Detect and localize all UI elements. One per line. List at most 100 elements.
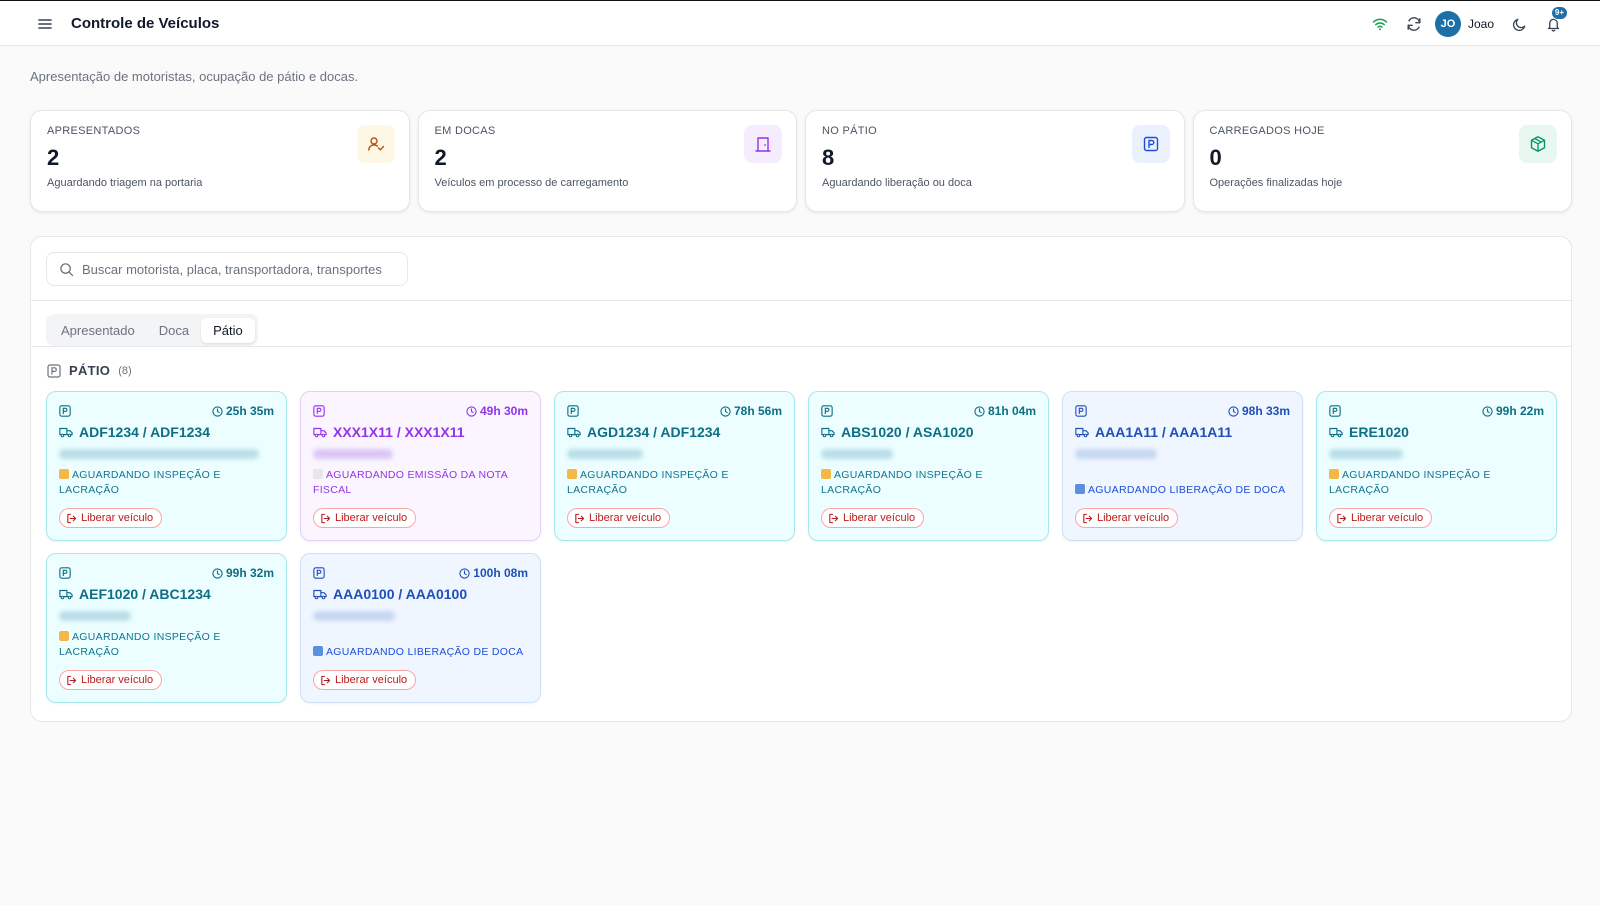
stat-label: NO PÁTIO: [822, 125, 877, 137]
vehicle-card[interactable]: 25h 35m ADF1234 / ADF1234 AGUARDANDO INS…: [46, 391, 287, 541]
stat-description: Operações finalizadas hoje: [1209, 177, 1343, 189]
release-label: Liberar veículo: [1097, 512, 1170, 524]
refresh-icon[interactable]: [1397, 9, 1431, 39]
vehicle-card[interactable]: 49h 30m XXX1X11 / XXX1X11 AGUARDANDO EMI…: [300, 391, 541, 541]
avatar[interactable]: JO: [1434, 11, 1461, 37]
section-count: (8): [118, 364, 132, 377]
redacted-text: [59, 449, 259, 459]
truck-icon: [59, 427, 73, 438]
wifi-icon[interactable]: [1363, 9, 1397, 39]
parking-icon: [1329, 405, 1341, 417]
release-label: Liberar veículo: [81, 674, 154, 686]
truck-icon: [821, 427, 835, 438]
parking-icon: [821, 405, 833, 417]
truck-icon: [1075, 427, 1089, 438]
clock-icon: [466, 405, 477, 417]
package-icon: [1519, 125, 1557, 163]
clock-icon: [1482, 405, 1493, 417]
tab-list: Apresentado Doca Pátio: [46, 314, 258, 346]
clock-icon: [720, 405, 731, 417]
parking-icon: [313, 405, 325, 417]
release-vehicle-button[interactable]: Liberar veículo: [59, 508, 163, 528]
user-name[interactable]: Joao: [1468, 17, 1494, 31]
truck-icon: [313, 427, 327, 438]
vehicle-plate: AAA1A11 / AAA1A11: [1095, 424, 1233, 440]
tab-apresentado[interactable]: Apresentado: [49, 318, 147, 343]
status-text: AGUARDANDO LIBERAÇÃO DE DOCA: [326, 646, 524, 658]
moon-icon[interactable]: [1502, 9, 1536, 39]
release-label: Liberar veículo: [335, 512, 408, 524]
status-text: AGUARDANDO INSPEÇÃO E LACRAÇÃO: [1329, 469, 1491, 496]
status-text: AGUARDANDO INSPEÇÃO E LACRAÇÃO: [59, 631, 221, 658]
lock-icon: [1329, 469, 1339, 479]
stat-value: 2: [47, 145, 60, 170]
vehicle-status: AGUARDANDO LIBERAÇÃO DE DOCA: [1075, 468, 1290, 498]
vehicle-status: AGUARDANDO LIBERAÇÃO DE DOCA: [313, 630, 528, 660]
parking-icon: [1075, 405, 1087, 417]
stat-label: EM DOCAS: [434, 125, 496, 137]
redacted-text: [59, 611, 131, 621]
release-vehicle-button[interactable]: Liberar veículo: [1329, 508, 1433, 528]
parking-icon: [567, 405, 579, 417]
vehicle-status: AGUARDANDO EMISSÃO DA NOTA FISCAL: [313, 468, 528, 498]
vehicle-card[interactable]: 99h 22m ERE1020 AGUARDANDO INSPEÇÃO E LA…: [1316, 391, 1557, 541]
vehicle-plate: ADF1234 / ADF1234: [79, 424, 210, 440]
vehicle-card[interactable]: 99h 32m AEF1020 / ABC1234 AGUARDANDO INS…: [46, 553, 287, 703]
stat-description: Aguardando triagem na portaria: [47, 177, 203, 189]
lock-icon: [59, 469, 69, 479]
redacted-text: [821, 449, 893, 459]
vehicle-card[interactable]: 100h 08m AAA0100 / AAA0100 AGUARDANDO LI…: [300, 553, 541, 703]
release-vehicle-button[interactable]: Liberar veículo: [567, 508, 671, 528]
vehicle-status: AGUARDANDO INSPEÇÃO E LACRAÇÃO: [59, 468, 274, 498]
redacted-text: [567, 449, 643, 459]
stat-value: 2: [434, 145, 447, 170]
dock-door-icon: [744, 125, 782, 163]
tab-patio[interactable]: Pátio: [201, 317, 255, 343]
section-title: PÁTIO: [69, 363, 111, 378]
stat-card-apresentados: APRESENTADOS 2 Aguardando triagem na por…: [30, 110, 410, 212]
top-bar: Controle de Veículos JO Joao 9+: [0, 0, 1600, 46]
top-right-controls: JO Joao 9+: [1363, 6, 1570, 39]
logout-icon: [829, 513, 839, 523]
vehicle-card[interactable]: 81h 04m ABS1020 / ASA1020 AGUARDANDO INS…: [808, 391, 1049, 541]
logout-icon: [67, 513, 77, 523]
elapsed-time: 78h 56m: [733, 404, 782, 418]
document-icon: [313, 469, 323, 479]
stat-card-em-docas: EM DOCAS 2 Veículos em processo de carre…: [417, 110, 797, 212]
notification-badge: 9+: [1550, 6, 1568, 20]
search-icon: [60, 262, 74, 276]
search-box: [46, 252, 408, 286]
vehicle-plate: AGD1234 / ADF1234: [587, 424, 721, 440]
vehicle-plate: AEF1020 / ABC1234: [79, 586, 211, 602]
parking-icon: [1131, 125, 1170, 163]
status-text: AGUARDANDO INSPEÇÃO E LACRAÇÃO: [567, 469, 729, 496]
clock-icon: [212, 567, 223, 579]
redacted-text: [1329, 449, 1403, 459]
logout-icon: [575, 513, 585, 523]
elapsed-time: 49h 30m: [479, 404, 528, 418]
vehicle-card[interactable]: 78h 56m AGD1234 / ADF1234 AGUARDANDO INS…: [554, 391, 795, 541]
release-vehicle-button[interactable]: Liberar veículo: [821, 508, 925, 528]
release-label: Liberar veículo: [589, 512, 662, 524]
stat-label: APRESENTADOS: [47, 125, 141, 137]
divider: [31, 300, 1571, 301]
tab-doca[interactable]: Doca: [147, 318, 201, 343]
search-input[interactable]: [82, 261, 396, 277]
vehicles-panel: Apresentado Doca Pátio PÁTIO (8) 25h 35m…: [30, 236, 1572, 722]
page-subtitle: Apresentação de motoristas, ocupação de …: [30, 69, 359, 84]
release-vehicle-button[interactable]: Liberar veículo: [59, 670, 163, 690]
notifications-button[interactable]: 9+: [1536, 6, 1570, 39]
logout-icon: [67, 675, 77, 685]
status-text: AGUARDANDO LIBERAÇÃO DE DOCA: [1088, 484, 1286, 496]
parking-icon: [313, 567, 325, 579]
release-vehicle-button[interactable]: Liberar veículo: [1075, 508, 1179, 528]
release-vehicle-button[interactable]: Liberar veículo: [313, 670, 417, 690]
section-header: PÁTIO (8): [47, 363, 132, 378]
release-vehicle-button[interactable]: Liberar veículo: [313, 508, 417, 528]
lock-icon: [59, 631, 69, 641]
release-label: Liberar veículo: [81, 512, 154, 524]
elapsed-time: 25h 35m: [225, 404, 274, 418]
truck-icon: [59, 589, 73, 600]
menu-icon[interactable]: [36, 15, 54, 33]
vehicle-card[interactable]: 98h 33m AAA1A11 / AAA1A11 AGUARDANDO LIB…: [1062, 391, 1303, 541]
